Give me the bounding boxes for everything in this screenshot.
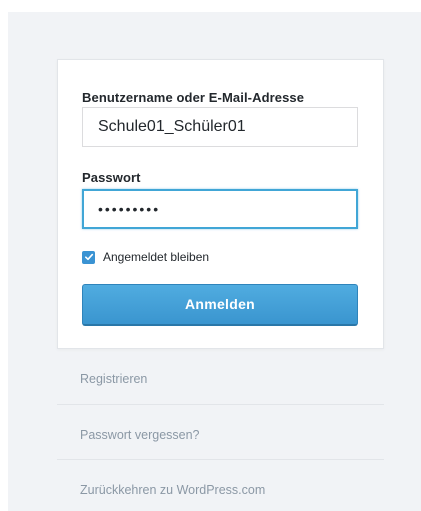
lost-password-link[interactable]: Passwort vergessen? (57, 404, 384, 459)
login-page: Benutzername oder E-Mail-Adresse Schule0… (0, 0, 421, 511)
back-to-site-link[interactable]: Zurückkehren zu WordPress.com (57, 459, 384, 511)
login-button[interactable]: Anmelden (82, 284, 358, 326)
remember-me-label: Angemeldet bleiben (103, 250, 210, 264)
username-label: Benutzername oder E-Mail-Adresse (82, 90, 305, 105)
remember-me-row[interactable]: Angemeldet bleiben (82, 250, 209, 264)
password-label: Passwort (82, 170, 141, 185)
register-link[interactable]: Registrieren (57, 349, 384, 404)
password-field[interactable]: ••••••••• (82, 189, 358, 229)
login-form: Benutzername oder E-Mail-Adresse Schule0… (57, 59, 384, 349)
username-field[interactable]: Schule01_Schüler01 (82, 107, 358, 147)
remember-me-checkbox[interactable] (82, 250, 95, 264)
checkmark-icon (84, 253, 93, 261)
footer-links: Registrieren Passwort vergessen? Zurückk… (57, 349, 384, 511)
